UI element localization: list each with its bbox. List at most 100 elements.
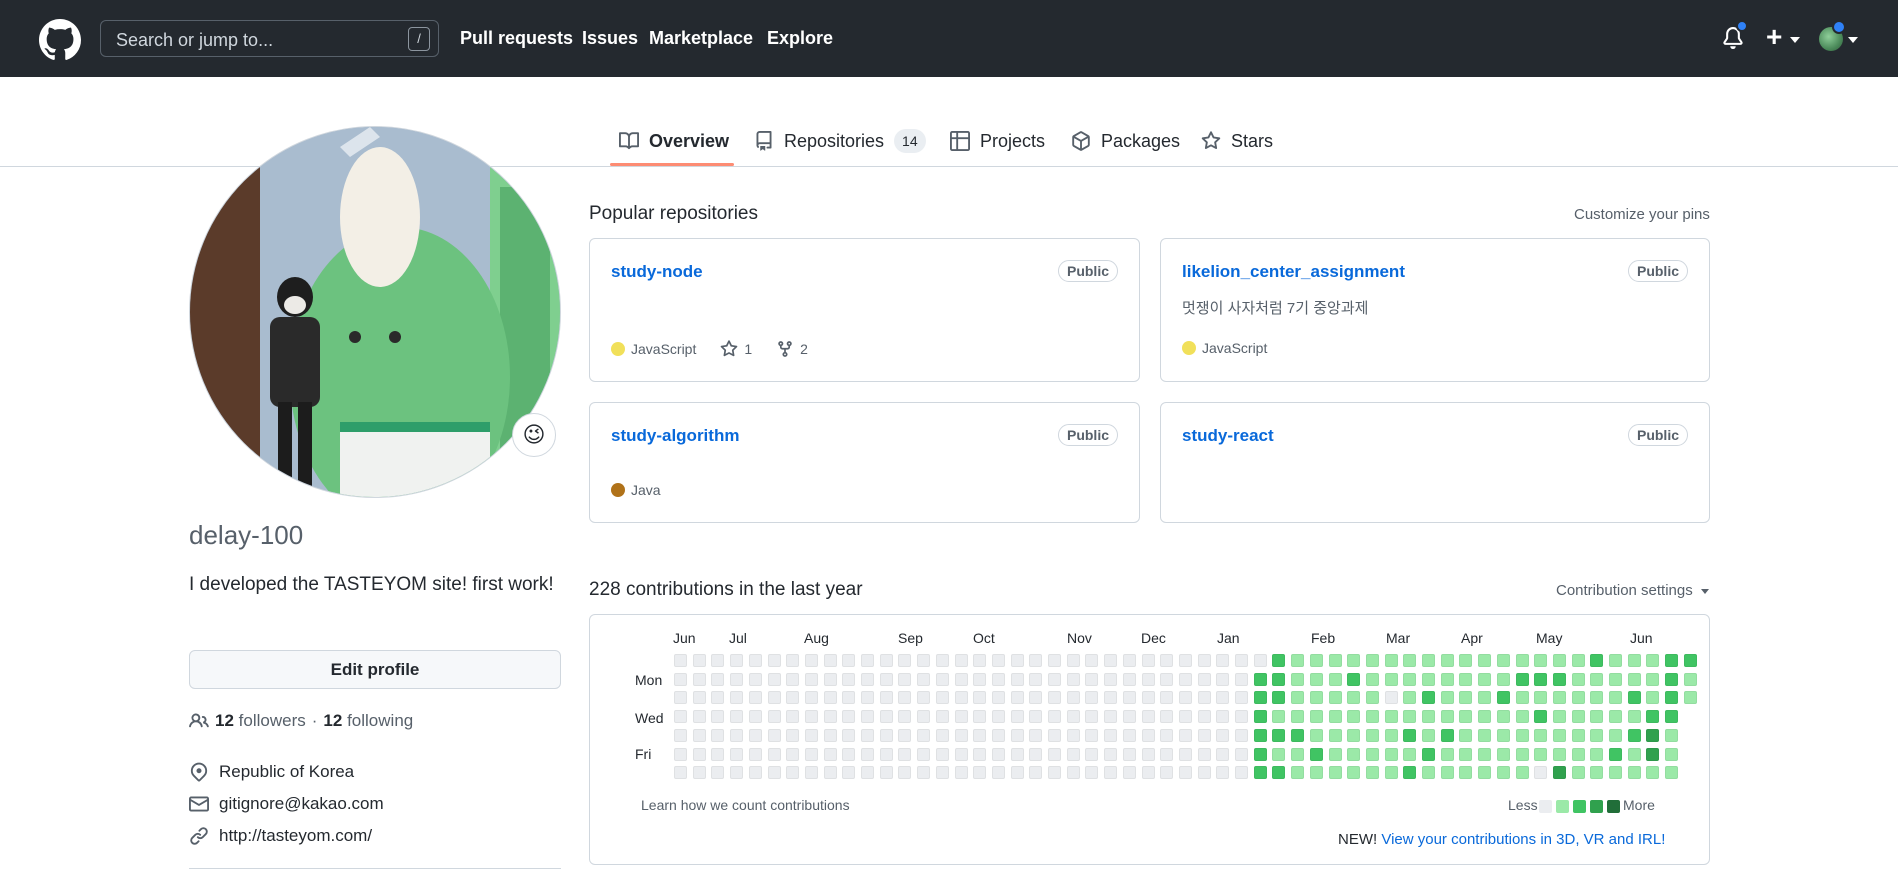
contribution-cell[interactable] xyxy=(842,691,856,705)
contribution-cell[interactable] xyxy=(1048,728,1061,742)
contribution-cell[interactable] xyxy=(1384,766,1398,780)
contribution-cell[interactable] xyxy=(1066,672,1080,686)
profile-website[interactable]: http://tasteyom.com/ xyxy=(189,826,372,846)
contribution-cell[interactable] xyxy=(1365,766,1379,780)
contribution-cell[interactable] xyxy=(1197,654,1211,667)
contribution-cell[interactable] xyxy=(786,728,800,742)
contribution-cell[interactable] xyxy=(1029,691,1043,705)
nav-marketplace[interactable]: Marketplace xyxy=(649,28,753,49)
contribution-cell[interactable] xyxy=(804,728,818,742)
contribution-cell[interactable] xyxy=(1216,672,1230,686)
contribution-cell[interactable] xyxy=(1104,691,1118,705)
contribution-cell[interactable] xyxy=(1347,710,1361,724)
contribution-cell[interactable] xyxy=(935,728,949,742)
contribution-cell[interactable] xyxy=(804,654,818,667)
contribution-cell[interactable] xyxy=(879,654,893,667)
contribution-cell[interactable] xyxy=(842,728,856,742)
search-input[interactable]: Search or jump to... / xyxy=(100,20,439,57)
contribution-cell[interactable] xyxy=(1459,747,1473,761)
contribution-cell[interactable] xyxy=(1085,691,1099,705)
contribution-cell[interactable] xyxy=(1534,654,1548,667)
contribution-cell[interactable] xyxy=(1048,710,1061,724)
contribution-cell[interactable] xyxy=(1216,766,1230,780)
contribution-cell[interactable] xyxy=(1459,654,1473,667)
contribution-cell[interactable] xyxy=(991,747,1005,761)
contribution-cell[interactable] xyxy=(1646,747,1660,761)
contribution-cell[interactable] xyxy=(1048,672,1061,686)
contribution-cell[interactable] xyxy=(1478,691,1492,705)
contribution-cell[interactable] xyxy=(674,710,687,724)
contribution-cell[interactable] xyxy=(1178,747,1192,761)
contribution-cell[interactable] xyxy=(861,672,874,686)
contribution-cell[interactable] xyxy=(1272,691,1286,705)
contribution-cell[interactable] xyxy=(674,728,687,742)
contribution-cell[interactable] xyxy=(1253,766,1267,780)
contribution-cell[interactable] xyxy=(954,672,968,686)
contribution-cell[interactable] xyxy=(1347,766,1361,780)
contribution-cell[interactable] xyxy=(711,710,725,724)
tab-stars[interactable]: Stars xyxy=(1201,125,1273,157)
contribution-cell[interactable] xyxy=(1534,672,1548,686)
contribution-cell[interactable] xyxy=(1309,728,1323,742)
contribution-cell[interactable] xyxy=(692,766,706,780)
contribution-cell[interactable] xyxy=(767,766,781,780)
contribution-cell[interactable] xyxy=(1010,654,1024,667)
repo-forks-link[interactable]: 2 xyxy=(776,340,808,358)
set-status-button[interactable]: 😉 xyxy=(512,413,556,457)
contribution-cell[interactable] xyxy=(692,654,706,667)
contribution-cell[interactable] xyxy=(1646,710,1660,724)
nav-issues[interactable]: Issues xyxy=(582,28,638,49)
contribution-cell[interactable] xyxy=(1665,747,1679,761)
contribution-cell[interactable] xyxy=(1122,728,1136,742)
contribution-cell[interactable] xyxy=(954,710,968,724)
contribution-cell[interactable] xyxy=(1496,766,1510,780)
contribution-cell[interactable] xyxy=(786,747,800,761)
contribution-cell[interactable] xyxy=(1029,672,1043,686)
contribution-cell[interactable] xyxy=(954,766,968,780)
contribution-cell[interactable] xyxy=(1590,728,1604,742)
contribution-cell[interactable] xyxy=(730,654,744,667)
contribution-cell[interactable] xyxy=(711,766,725,780)
contribution-cell[interactable] xyxy=(898,728,912,742)
contribution-cell[interactable] xyxy=(1459,728,1473,742)
view-3d-contributions-link[interactable]: View your contributions in 3D, VR and IR… xyxy=(1381,831,1665,848)
contribution-cell[interactable] xyxy=(804,747,818,761)
contribution-cell[interactable] xyxy=(1665,766,1679,780)
learn-contributions-link[interactable]: Learn how we count contributions xyxy=(641,797,850,813)
contribution-cell[interactable] xyxy=(1403,691,1417,705)
contribution-cell[interactable] xyxy=(1235,710,1248,724)
contribution-cell[interactable] xyxy=(1496,691,1510,705)
contribution-cell[interactable] xyxy=(1459,766,1473,780)
contribution-cell[interactable] xyxy=(917,747,931,761)
contribution-cell[interactable] xyxy=(730,766,744,780)
contribution-cell[interactable] xyxy=(1478,710,1492,724)
tab-overview[interactable]: Overview xyxy=(619,125,729,157)
contribution-cell[interactable] xyxy=(1122,672,1136,686)
email-link[interactable]: gitignore@kakao.com xyxy=(219,794,384,814)
contribution-cell[interactable] xyxy=(973,710,987,724)
contribution-cell[interactable] xyxy=(917,672,931,686)
contribution-cell[interactable] xyxy=(1571,747,1585,761)
contribution-cell[interactable] xyxy=(1515,710,1529,724)
website-link[interactable]: http://tasteyom.com/ xyxy=(219,826,372,846)
contribution-cell[interactable] xyxy=(1010,672,1024,686)
contribution-cell[interactable] xyxy=(1422,766,1435,780)
contribution-cell[interactable] xyxy=(1197,691,1211,705)
contribution-cell[interactable] xyxy=(823,747,837,761)
contribution-cell[interactable] xyxy=(954,691,968,705)
contribution-cell[interactable] xyxy=(1309,672,1323,686)
profile-email[interactable]: gitignore@kakao.com xyxy=(189,794,384,814)
contribution-cell[interactable] xyxy=(1515,672,1529,686)
contribution-cell[interactable] xyxy=(1160,728,1174,742)
contribution-cell[interactable] xyxy=(674,747,687,761)
contribution-cell[interactable] xyxy=(1347,728,1361,742)
contribution-cell[interactable] xyxy=(1571,766,1585,780)
contribution-cell[interactable] xyxy=(1178,691,1192,705)
contribution-cell[interactable] xyxy=(1552,766,1566,780)
contribution-cell[interactable] xyxy=(730,710,744,724)
contribution-cell[interactable] xyxy=(767,710,781,724)
contribution-cell[interactable] xyxy=(1141,728,1155,742)
contribution-cell[interactable] xyxy=(748,654,762,667)
contribution-cell[interactable] xyxy=(1160,710,1174,724)
contribution-cell[interactable] xyxy=(1627,710,1641,724)
